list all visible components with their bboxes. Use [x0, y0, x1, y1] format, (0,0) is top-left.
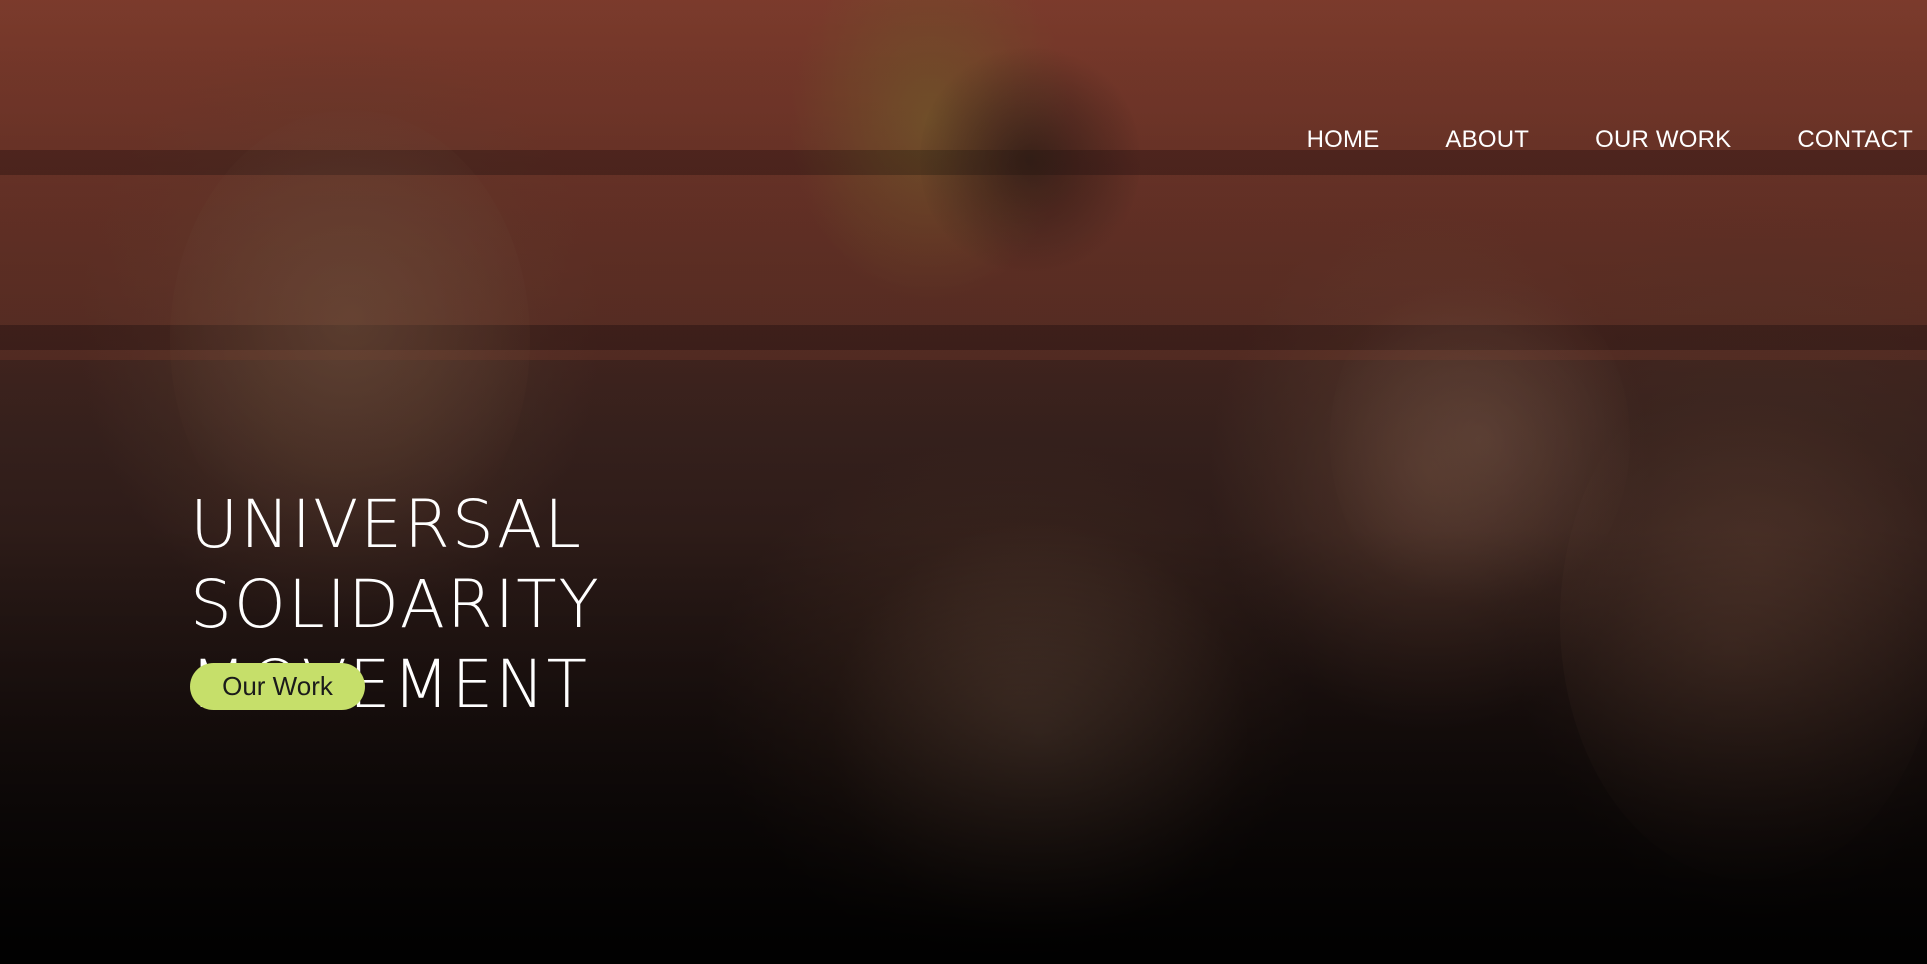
nav-item-contact[interactable]: CONTACT	[1797, 126, 1913, 154]
nav-item-about[interactable]: ABOUT	[1445, 126, 1529, 154]
main-nav: HOME ABOUT OUR WORK CONTACT	[1241, 126, 1913, 154]
our-work-button[interactable]: Our Work	[190, 663, 365, 710]
nav-item-home[interactable]: HOME	[1307, 126, 1380, 154]
hero-section: HOME ABOUT OUR WORK CONTACT UNIVERSAL SO…	[0, 0, 1927, 964]
nav-item-our-work[interactable]: OUR WORK	[1595, 126, 1731, 154]
hero-title-line-1: UNIVERSAL SOLIDARITY	[190, 486, 601, 643]
